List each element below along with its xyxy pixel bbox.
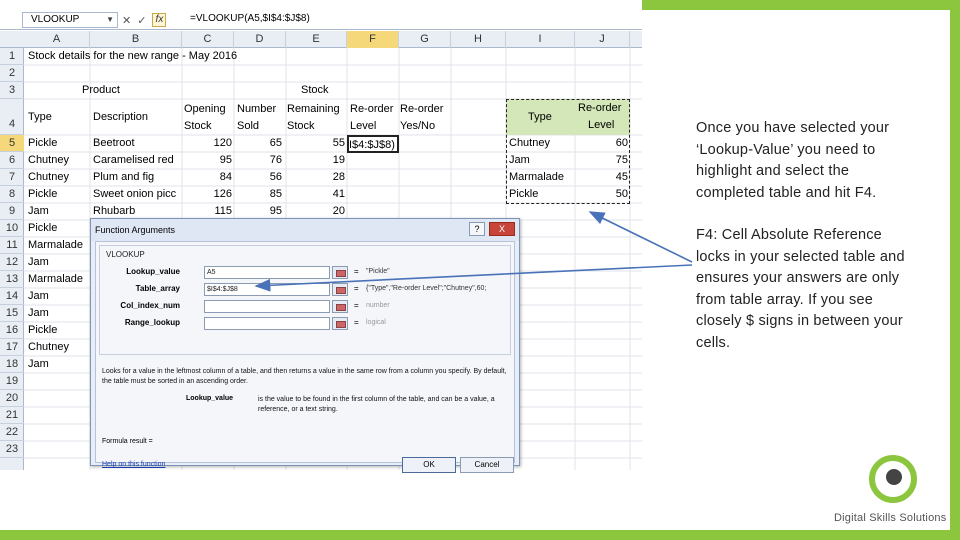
arrow-to-table-array: [254, 264, 693, 292]
brand-logo-icon: [869, 455, 917, 503]
arrow-to-lookup-table: [588, 211, 693, 263]
brand-name: Digital Skills Solutions: [834, 512, 947, 524]
explanation-paragraph-1: Once you have selected your ‘Lookup-Valu…: [696, 120, 890, 201]
explanation-paragraph-2: F4: Cell Absolute Reference locks in you…: [696, 227, 905, 351]
explanation-text: Once you have selected your ‘Lookup-Valu…: [696, 118, 910, 375]
